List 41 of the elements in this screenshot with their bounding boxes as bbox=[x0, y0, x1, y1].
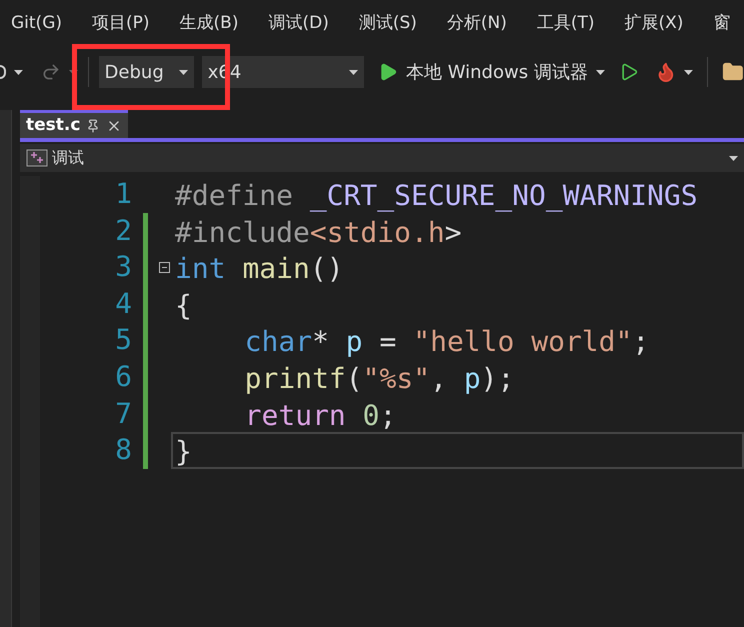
pin-icon[interactable] bbox=[86, 118, 100, 132]
collapse-icon[interactable] bbox=[159, 262, 170, 273]
line-number: 1 bbox=[114, 176, 132, 212]
caret-icon bbox=[596, 70, 605, 74]
line-number: 4 bbox=[114, 286, 132, 322]
menu-item[interactable]: 窗 bbox=[713, 11, 730, 37]
scope-icon bbox=[26, 149, 48, 167]
menu-item[interactable]: 测试(S) bbox=[358, 11, 417, 37]
caret-icon bbox=[729, 156, 738, 160]
line-number: 5 bbox=[114, 322, 132, 358]
run-target-button[interactable]: 本地 Windows 调试器 bbox=[406, 58, 588, 86]
undo-icon[interactable] bbox=[0, 65, 6, 79]
redo-icon[interactable] bbox=[40, 62, 61, 82]
menu-item[interactable]: 调试(D) bbox=[268, 11, 329, 37]
code-line: return 0; bbox=[244, 398, 398, 432]
menu-item[interactable]: 分析(N) bbox=[446, 11, 507, 37]
code-line: #include<stdio.h> bbox=[174, 214, 463, 250]
file-tab[interactable]: test.c bbox=[20, 110, 128, 138]
code-line: int main() bbox=[174, 251, 345, 286]
caret-icon bbox=[178, 70, 188, 74]
caret-icon bbox=[14, 70, 23, 74]
code-line: char* p = "hello world"; bbox=[244, 324, 650, 359]
menu-item[interactable]: 扩展(X) bbox=[624, 11, 684, 37]
line-number: 7 bbox=[114, 396, 132, 432]
caret-icon bbox=[684, 70, 694, 74]
menu-item[interactable]: Git(G) bbox=[11, 11, 62, 37]
code-line: #define _CRT_SECURE_NO_WARNINGS bbox=[174, 178, 699, 213]
code-line: { bbox=[174, 288, 193, 322]
configuration-dropdown[interactable]: Debug bbox=[98, 56, 194, 88]
folder-icon[interactable] bbox=[722, 61, 744, 83]
menu-item[interactable]: 工具(T) bbox=[536, 11, 595, 37]
scope-label: 调试 bbox=[52, 147, 85, 169]
line-number: 3 bbox=[114, 249, 132, 286]
navigation-bar[interactable]: 调试 bbox=[20, 144, 744, 172]
menu-item[interactable]: 项目(P) bbox=[92, 11, 150, 37]
line-number: 2 bbox=[114, 212, 132, 249]
caret-icon bbox=[349, 70, 358, 74]
code-line: printf("%s", p); bbox=[244, 360, 516, 396]
menu-item[interactable]: 生成(B) bbox=[180, 11, 238, 37]
line-number: 8 bbox=[114, 432, 132, 468]
line-number: 6 bbox=[114, 358, 132, 395]
